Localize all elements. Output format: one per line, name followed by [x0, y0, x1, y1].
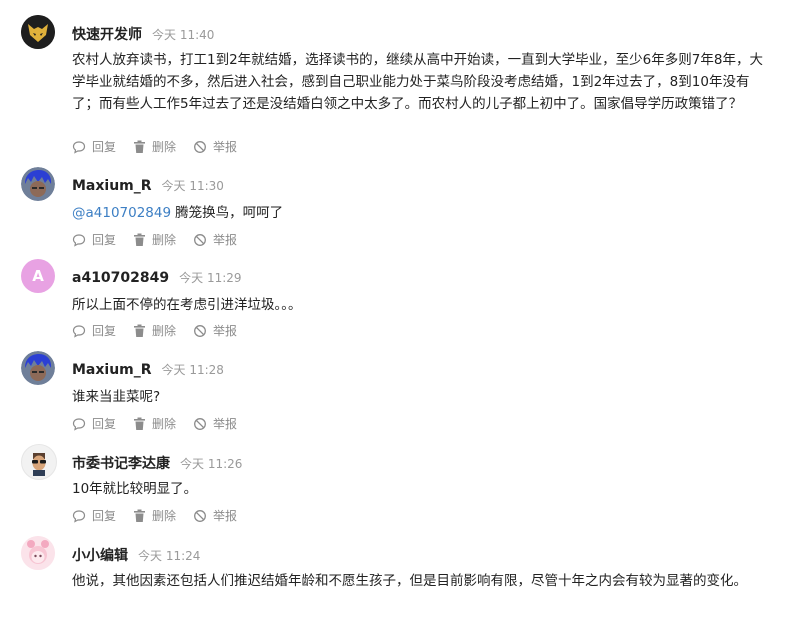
trash-icon	[134, 417, 146, 430]
report-label: 举报	[213, 417, 238, 431]
timestamp: 今天 11:29	[179, 271, 242, 285]
avatar[interactable]	[21, 167, 55, 201]
reply-button[interactable]: 回复	[72, 231, 116, 248]
delete-button[interactable]: 删除	[133, 138, 176, 155]
reply-label: 回复	[92, 509, 117, 523]
username[interactable]: 小小编辑 今天 11:24	[72, 545, 200, 565]
ban-icon	[194, 140, 206, 153]
delete-button[interactable]: 删除	[133, 507, 176, 524]
report-label: 举报	[213, 140, 238, 154]
blue-hair-icon	[21, 167, 55, 201]
trash-icon	[134, 140, 146, 153]
comment-text: 10年就比较明显了。	[72, 481, 198, 497]
ban-icon	[194, 233, 206, 246]
speech-bubble-icon	[72, 417, 86, 431]
username-text[interactable]: 市委书记李达康	[72, 456, 170, 472]
delete-label: 删除	[152, 324, 177, 338]
blue-hair-icon	[21, 351, 55, 385]
report-label: 举报	[213, 324, 238, 338]
comment-actions: 回复 删除 举报	[72, 415, 254, 432]
reply-button[interactable]: 回复	[72, 138, 116, 155]
comment-actions: 回复 删除 举报	[72, 322, 254, 339]
avatar[interactable]	[21, 444, 57, 480]
report-button[interactable]: 举报	[193, 507, 237, 524]
avatar[interactable]: A	[21, 259, 55, 293]
speech-bubble-icon	[72, 233, 86, 247]
mention-link[interactable]: @a410702849	[72, 205, 171, 221]
comment-text-content: 腾笼换鸟，呵呵了	[175, 205, 284, 221]
username-text[interactable]: Maxium_R	[72, 178, 152, 194]
comment-text: 谁来当韭菜呢?	[72, 389, 161, 405]
reply-button[interactable]: 回复	[72, 507, 116, 524]
comment-actions: 回复 删除 举报	[72, 231, 254, 248]
trash-icon	[134, 233, 146, 246]
reply-label: 回复	[92, 140, 117, 154]
pink-girl-icon	[21, 536, 55, 570]
report-label: 举报	[213, 509, 238, 523]
trash-icon	[134, 509, 146, 522]
username[interactable]: 市委书记李达康 今天 11:26	[72, 453, 242, 473]
sunglasses-man-icon	[32, 453, 46, 476]
username-text[interactable]: 小小编辑	[72, 548, 128, 564]
reply-label: 回复	[92, 417, 117, 431]
timestamp: 今天 11:26	[180, 457, 243, 471]
username[interactable]: a410702849 今天 11:29	[72, 269, 242, 286]
avatar[interactable]	[21, 15, 55, 49]
speech-bubble-icon	[72, 140, 86, 154]
speech-bubble-icon	[72, 324, 86, 338]
delete-label: 删除	[152, 233, 177, 247]
delete-label: 删除	[152, 509, 177, 523]
timestamp: 今天 11:30	[161, 179, 224, 193]
report-button[interactable]: 举报	[193, 415, 237, 432]
fox-mask-icon	[21, 15, 55, 49]
trash-icon	[134, 324, 146, 337]
reply-label: 回复	[92, 324, 117, 338]
timestamp: 今天 11:40	[152, 28, 215, 42]
speech-bubble-icon	[72, 509, 86, 523]
comment-actions: 回复 删除 举报	[72, 138, 254, 155]
comment-text: 农村人放弃读书，打工1到2年就结婚，选择读书的，继续从高中开始读，一直到大学毕业…	[72, 52, 763, 112]
report-button[interactable]: 举报	[193, 138, 237, 155]
ban-icon	[194, 509, 206, 522]
username-text[interactable]: a410702849	[72, 270, 169, 286]
ban-icon	[194, 417, 206, 430]
comment-text: @a410702849 腾笼换鸟，呵呵了	[72, 202, 772, 224]
delete-button[interactable]: 删除	[133, 231, 176, 248]
delete-button[interactable]: 删除	[133, 322, 176, 339]
reply-button[interactable]: 回复	[72, 322, 116, 339]
reply-label: 回复	[92, 233, 117, 247]
delete-label: 删除	[152, 417, 177, 431]
report-button[interactable]: 举报	[193, 231, 237, 248]
username-text[interactable]: 快速开发师	[72, 27, 142, 43]
delete-label: 删除	[152, 140, 177, 154]
avatar[interactable]	[21, 536, 55, 570]
report-button[interactable]: 举报	[193, 322, 237, 339]
comment-actions: 回复 删除 举报	[72, 507, 254, 524]
timestamp: 今天 11:28	[161, 363, 224, 377]
username-text[interactable]: Maxium_R	[72, 362, 152, 378]
comment-text: 他说，其他因素还包括人们推迟结婚年龄和不愿生孩子，但是目前影响有限，尽管十年之内…	[72, 573, 747, 589]
reply-button[interactable]: 回复	[72, 415, 116, 432]
comment-text: 所以上面不停的在考虑引进洋垃圾。。。	[72, 297, 302, 313]
username[interactable]: Maxium_R 今天 11:28	[72, 361, 224, 378]
username[interactable]: 快速开发师 今天 11:40	[72, 24, 214, 44]
avatar[interactable]	[21, 351, 55, 385]
username[interactable]: Maxium_R 今天 11:30	[72, 177, 224, 194]
avatar-letter: A	[32, 267, 44, 285]
timestamp: 今天 11:24	[138, 549, 201, 563]
ban-icon	[194, 324, 206, 337]
delete-button[interactable]: 删除	[133, 415, 176, 432]
report-label: 举报	[213, 233, 238, 247]
